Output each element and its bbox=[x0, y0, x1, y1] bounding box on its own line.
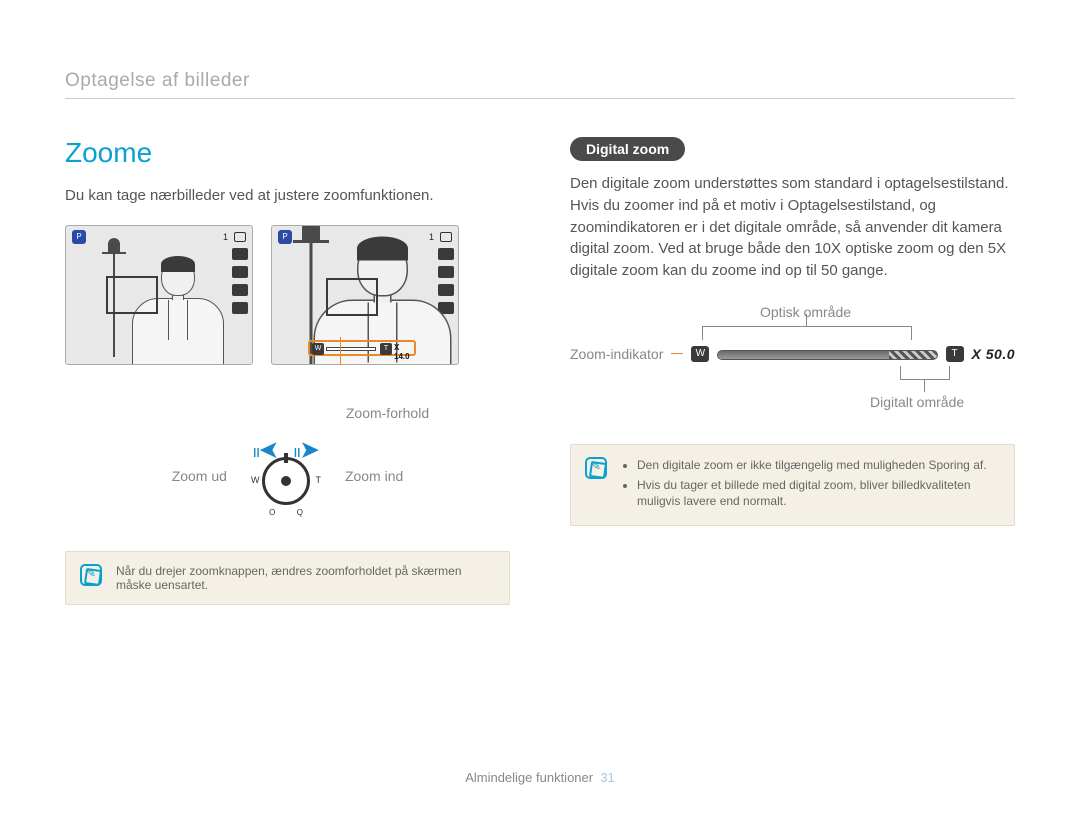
zoom-dial-illustration: ➤ǀǀ ǀǀ➤ W T O Q bbox=[251, 441, 321, 511]
note-box-left: Når du drejer zoomknappen, ændres zoomfo… bbox=[65, 551, 510, 605]
digital-bracket bbox=[900, 366, 950, 380]
dial-o-label: O bbox=[269, 508, 275, 517]
note-list: Den digitale zoom er ikke tilgængelig me… bbox=[621, 457, 1000, 514]
callout-connector bbox=[671, 353, 683, 354]
zoom-in-label: Zoom ind bbox=[345, 468, 403, 484]
breadcrumb: Optagelse af billeder bbox=[65, 70, 1015, 92]
note-item: Den digitale zoom er ikke tilgængelig me… bbox=[637, 457, 1000, 473]
callout-line bbox=[340, 337, 376, 365]
zoom-value-max: X 50.0 bbox=[972, 346, 1015, 362]
note-text: Når du drejer zoomknappen, ændres zoomfo… bbox=[116, 564, 495, 592]
digital-fill bbox=[889, 351, 937, 359]
header-rule bbox=[65, 98, 1015, 99]
zoom-track bbox=[717, 350, 937, 360]
zoom-control-row: Zoom ud ➤ǀǀ ǀǀ➤ W T O Q Zoom ind bbox=[65, 441, 510, 511]
bracket-stem bbox=[924, 380, 925, 392]
page-number: 31 bbox=[600, 770, 614, 785]
right-column: Digital zoom Den digitale zoom understøt… bbox=[570, 137, 1015, 605]
note-icon bbox=[585, 457, 607, 479]
note-item: Hvis du tager et billede med digital zoo… bbox=[637, 477, 1000, 509]
zoom-w-icon: W bbox=[312, 343, 324, 355]
zoom-indicator-label: Zoom-indikator bbox=[570, 346, 663, 362]
dial-q-label: Q bbox=[297, 508, 303, 517]
focus-frame bbox=[326, 278, 378, 316]
bracket-stem bbox=[806, 314, 807, 326]
note-icon bbox=[80, 564, 102, 586]
battery-icon bbox=[234, 232, 246, 242]
digital-range-label: Digitalt område bbox=[870, 394, 964, 410]
zoom-w-icon: W bbox=[691, 346, 709, 362]
note-box-right: Den digitale zoom er ikke tilgængelig me… bbox=[570, 444, 1015, 527]
digital-zoom-body: Den digitale zoom understøttes som stand… bbox=[570, 173, 1015, 282]
zoom-out-label: Zoom ud bbox=[172, 468, 227, 484]
zoom-ratio-label: Zoom-forhold bbox=[265, 405, 510, 421]
optical-bracket bbox=[702, 326, 912, 340]
footer-section: Almindelige funktioner bbox=[465, 770, 593, 785]
zoom-indicator-diagram: Optisk område Zoom-indikator W T X 50.0 … bbox=[570, 304, 1015, 434]
intro-text: Du kan tage nærbilleder ved at justere z… bbox=[65, 185, 510, 207]
zoom-value: X 14.0 bbox=[394, 343, 414, 361]
zoom-t-icon: T bbox=[946, 346, 964, 362]
camera-screen-wide: P 1 bbox=[65, 225, 253, 365]
lcd-row: P 1 bbox=[65, 225, 510, 365]
shots-remaining: 1 bbox=[223, 232, 228, 242]
arrow-right-icon: ǀǀ➤ bbox=[294, 437, 319, 463]
dial-t-label: T bbox=[315, 475, 321, 485]
optical-fill bbox=[718, 351, 888, 359]
page-header: Optagelse af billeder bbox=[65, 70, 1015, 99]
left-column: Zoome Du kan tage nærbilleder ved at jus… bbox=[65, 137, 510, 605]
focus-frame bbox=[106, 276, 158, 314]
zoom-t-icon: T bbox=[380, 343, 392, 355]
digital-zoom-pill: Digital zoom bbox=[570, 137, 685, 161]
dial-w-label: W bbox=[251, 475, 260, 485]
section-title-zoom: Zoome bbox=[65, 137, 510, 169]
page-footer: Almindelige funktioner 31 bbox=[0, 770, 1080, 785]
